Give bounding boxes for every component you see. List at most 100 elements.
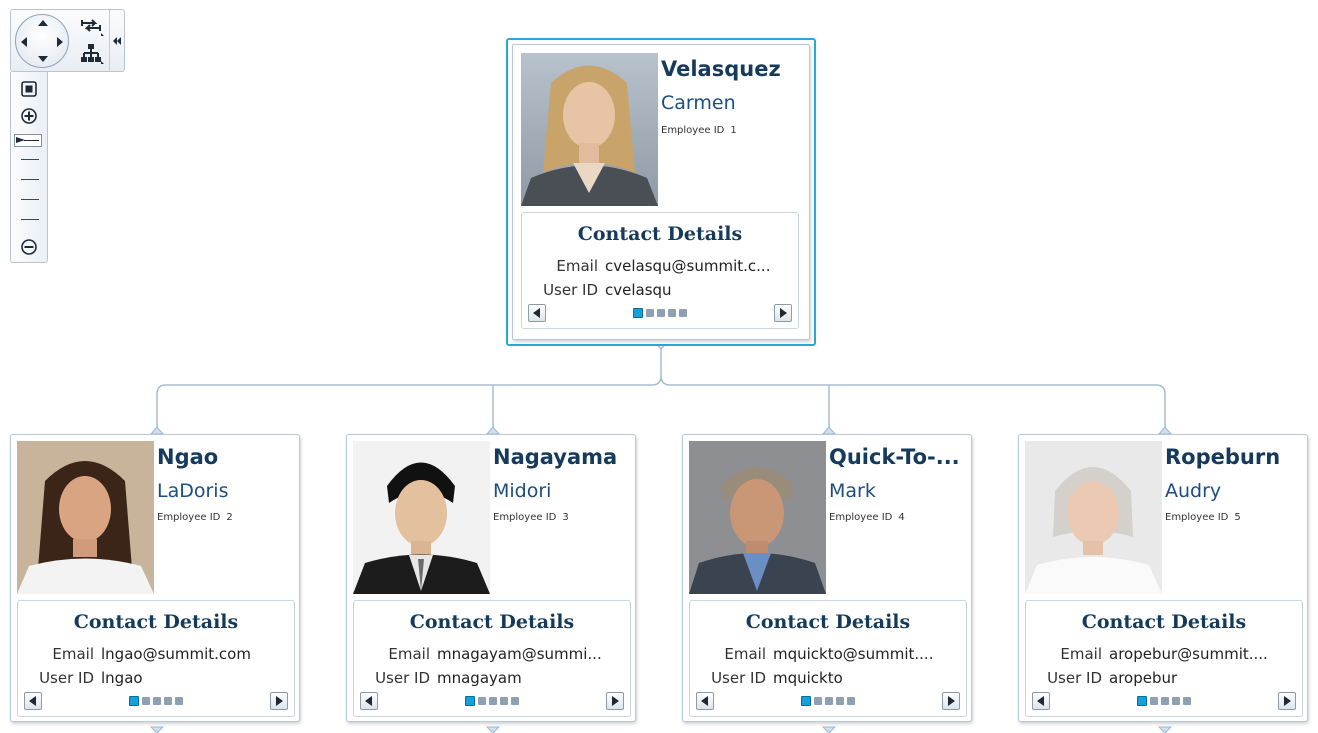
employee-card-4[interactable]: Ropeburn Audry Employee ID 5 Contact Deta… xyxy=(1018,434,1308,722)
employee-card-3[interactable]: Quick-To-... Mark Employee ID 4 Contact D… xyxy=(682,434,972,722)
page-dot[interactable] xyxy=(1137,696,1147,706)
next-page-button[interactable] xyxy=(774,304,792,322)
employee-id: Employee ID 3 xyxy=(493,512,575,523)
email-label: Email xyxy=(388,645,430,663)
employee-id-value: 1 xyxy=(730,125,737,136)
next-page-button[interactable] xyxy=(270,692,288,710)
employee-first-name: Audry xyxy=(1165,480,1222,502)
userid-value: mnagayam xyxy=(437,669,522,687)
employee-photo xyxy=(353,441,490,594)
userid-row: User ID mnagayam xyxy=(354,669,522,687)
contact-details-panel: Contact Details Email lngao@summit.com Us… xyxy=(17,600,295,717)
next-page-button[interactable] xyxy=(606,692,624,710)
employee-photo xyxy=(689,441,826,594)
employee-id-label: Employee ID xyxy=(1165,512,1229,523)
email-label: Email xyxy=(52,645,94,663)
page-dot[interactable] xyxy=(478,697,486,705)
page-dot[interactable] xyxy=(500,697,508,705)
employee-last-name: Nagayama xyxy=(493,445,618,469)
userid-value: lngao xyxy=(101,669,143,687)
page-dot[interactable] xyxy=(646,309,654,317)
userid-label: User ID xyxy=(39,669,94,687)
contact-details-panel: Contact Details Email aropebur@summit....… xyxy=(1025,600,1303,717)
employee-id-label: Employee ID xyxy=(829,512,893,523)
employee-id-value: 5 xyxy=(1234,512,1241,523)
email-value: aropebur@summit.... xyxy=(1109,645,1268,663)
employee-photo xyxy=(17,441,154,594)
email-row: Email mquickto@summit.... xyxy=(690,645,933,663)
page-dot[interactable] xyxy=(511,697,519,705)
userid-value: aropebur xyxy=(1109,669,1178,687)
page-dot[interactable] xyxy=(668,309,676,317)
contact-details-title: Contact Details xyxy=(409,611,575,633)
page-dot[interactable] xyxy=(825,697,833,705)
next-page-button[interactable] xyxy=(942,692,960,710)
employee-last-name: Velasquez xyxy=(661,57,781,81)
page-dot[interactable] xyxy=(1150,697,1158,705)
page-dot[interactable] xyxy=(164,697,172,705)
page-dot[interactable] xyxy=(801,696,811,706)
contact-details-title: Contact Details xyxy=(577,223,743,245)
page-indicator xyxy=(522,308,798,318)
employee-photo xyxy=(521,53,658,206)
page-dot[interactable] xyxy=(1183,697,1191,705)
email-value: mnagayam@summi... xyxy=(437,645,602,663)
userid-value: cvelasqu xyxy=(605,281,672,299)
employee-card-root[interactable]: Velasquez Carmen Employee ID 1 Contact De… xyxy=(506,38,816,346)
page-dot[interactable] xyxy=(814,697,822,705)
page-indicator xyxy=(690,696,966,706)
email-row: Email mnagayam@summi... xyxy=(354,645,602,663)
page-dot[interactable] xyxy=(175,697,183,705)
page-dot[interactable] xyxy=(847,697,855,705)
contact-details-panel: Contact Details Email mnagayam@summi... U… xyxy=(353,600,631,717)
email-row: Email aropebur@summit.... xyxy=(1026,645,1268,663)
contact-details-title: Contact Details xyxy=(73,611,239,633)
email-value: mquickto@summit.... xyxy=(773,645,934,663)
email-row: Email lngao@summit.com xyxy=(18,645,251,663)
page-dot[interactable] xyxy=(489,697,497,705)
page-dot[interactable] xyxy=(836,697,844,705)
employee-id-label: Employee ID xyxy=(157,512,221,523)
email-value: lngao@summit.com xyxy=(101,645,251,663)
next-page-button[interactable] xyxy=(1278,692,1296,710)
employee-id: Employee ID 5 xyxy=(1165,512,1247,523)
userid-row: User ID aropebur xyxy=(1026,669,1177,687)
employee-card-2[interactable]: Nagayama Midori Employee ID 3 Contact Det… xyxy=(346,434,636,722)
email-label: Email xyxy=(1060,645,1102,663)
email-label: Email xyxy=(724,645,766,663)
employee-photo xyxy=(1025,441,1162,594)
employee-first-name: Mark xyxy=(829,480,876,502)
employee-card-1[interactable]: Ngao LaDoris Employee ID 2 Contact Detail… xyxy=(10,434,300,722)
employee-id: Employee ID 2 xyxy=(157,512,239,523)
page-indicator xyxy=(18,696,294,706)
employee-id-label: Employee ID xyxy=(661,125,725,136)
page-dot[interactable] xyxy=(129,696,139,706)
contact-details-panel: Contact Details Email cvelasqu@summit.c..… xyxy=(521,212,799,329)
employee-id-label: Employee ID xyxy=(493,512,557,523)
email-row: Email cvelasqu@summit.c... xyxy=(522,257,770,275)
userid-row: User ID lngao xyxy=(18,669,143,687)
userid-label: User ID xyxy=(711,669,766,687)
userid-label: User ID xyxy=(1047,669,1102,687)
employee-id: Employee ID 4 xyxy=(829,512,911,523)
page-dot[interactable] xyxy=(657,309,665,317)
userid-value: mquickto xyxy=(773,669,843,687)
page-dot[interactable] xyxy=(142,697,150,705)
userid-label: User ID xyxy=(375,669,430,687)
page-dot[interactable] xyxy=(679,309,687,317)
userid-row: User ID cvelasqu xyxy=(522,281,672,299)
page-dot[interactable] xyxy=(633,308,643,318)
page-dot[interactable] xyxy=(153,697,161,705)
employee-id-value: 2 xyxy=(226,512,233,523)
page-dot[interactable] xyxy=(465,696,475,706)
employee-first-name: LaDoris xyxy=(157,480,229,502)
employee-last-name: Quick-To-... xyxy=(829,445,960,469)
page-dot[interactable] xyxy=(1172,697,1180,705)
contact-details-title: Contact Details xyxy=(1081,611,1247,633)
employee-id-value: 4 xyxy=(898,512,905,523)
page-dot[interactable] xyxy=(1161,697,1169,705)
employee-id-value: 3 xyxy=(562,512,569,523)
employee-last-name: Ropeburn xyxy=(1165,445,1281,469)
employee-first-name: Carmen xyxy=(661,92,736,114)
page-indicator xyxy=(1026,696,1302,706)
